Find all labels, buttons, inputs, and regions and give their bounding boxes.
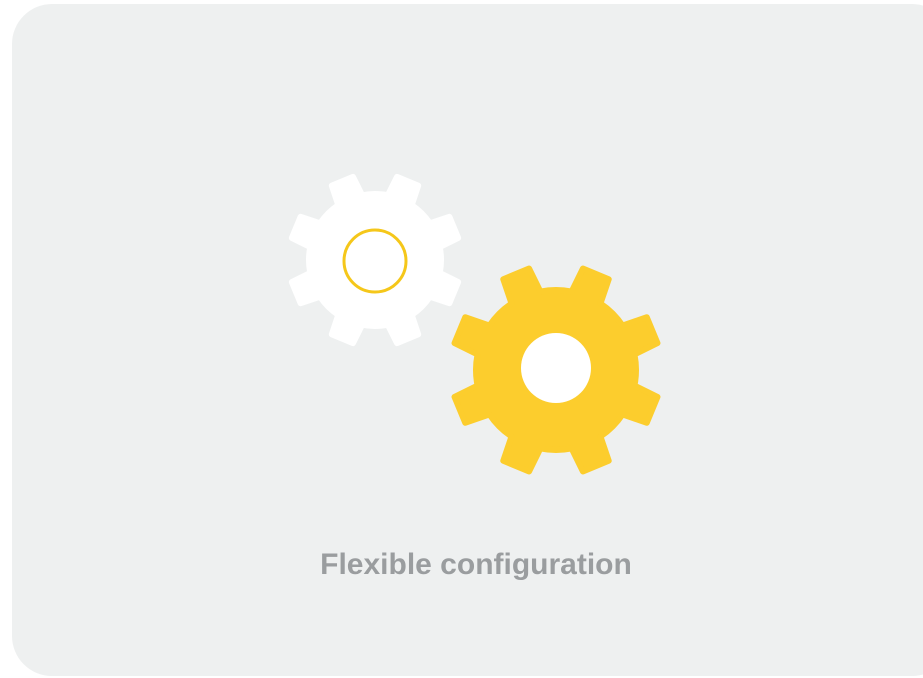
feature-caption: Flexible configuration — [320, 548, 632, 581]
large-gear-hub — [521, 333, 591, 403]
large-gear-icon — [451, 265, 661, 475]
small-gear-icon — [288, 173, 462, 347]
small-gear-body — [288, 173, 462, 347]
